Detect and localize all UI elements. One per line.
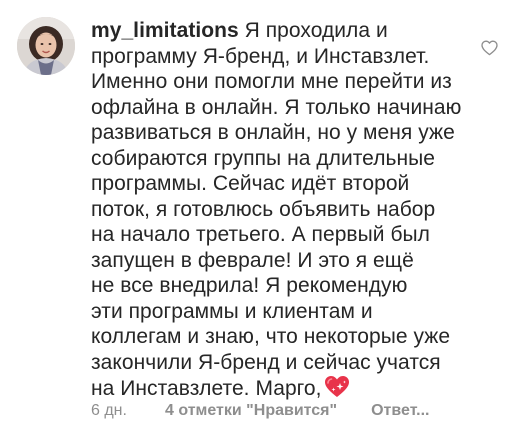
comment-line: программу Я-бренд, и Инставзлет. [91, 44, 430, 68]
comment-line: эти программы и клиентам и [91, 299, 373, 323]
comment-line: на Инставзлете. Марго, [91, 375, 461, 402]
comment-line: собираются группы на длительные [91, 146, 436, 170]
comment-line: развиваться в онлайн, но у меня уже [91, 121, 455, 144]
reply-button[interactable]: Ответ... [371, 401, 429, 421]
comment-line: запущен в феврале! И это я ещё [91, 248, 414, 272]
comment-text: Я проходила и [244, 19, 388, 42]
comment-line: поток, я готовлюсь объявить набор [91, 197, 436, 221]
comment: my_limitations Я проходила и программу Я… [0, 0, 520, 442]
comment-line: на начало третьего. А первый был [91, 223, 430, 246]
likes-count-link[interactable]: 4 отметки "Нравится" [165, 401, 337, 421]
comment-line: my_limitations Я проходила и [91, 18, 461, 44]
comment-line: программы. Сейчас идёт второй [91, 172, 410, 195]
comment-line: коллегам и знаю, что некоторые уже [91, 325, 451, 348]
avatar-image [17, 17, 75, 75]
comment-line: офлайна в онлайн. Я только начинаю [91, 95, 462, 119]
comment-line: закончили Я-бренд и сейчас учатся [91, 350, 441, 374]
sparkling-heart-icon [324, 375, 350, 399]
comment-time: 6 дн. [91, 402, 127, 419]
comment-meta: 6 дн. 4 отметки "Нравится" Ответ... [91, 401, 429, 421]
like-heart-icon[interactable] [481, 40, 498, 56]
comment-body: my_limitations Я проходила и программу Я… [91, 18, 461, 402]
comment-text: на Инставзлете. Марго, [91, 377, 322, 400]
comment-line: не все внедрила! Я рекомендую [91, 274, 408, 297]
comment-line: Именно они помогли мне перейти из [91, 70, 452, 93]
avatar[interactable] [17, 17, 75, 75]
username[interactable]: my_limitations [91, 19, 239, 42]
